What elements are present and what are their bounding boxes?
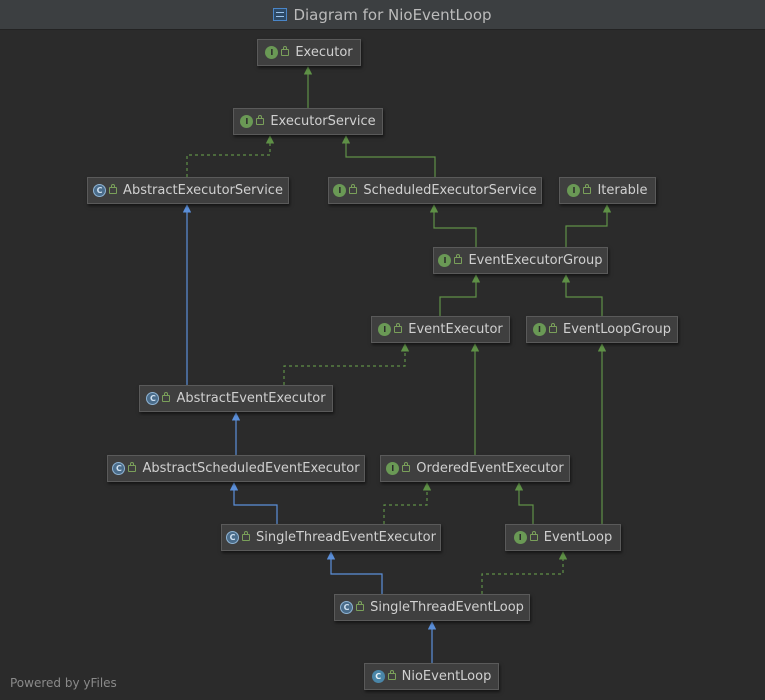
public-icon	[256, 115, 265, 125]
window-title: Diagram for NioEventLoop	[293, 5, 492, 24]
node-nio-event-loop[interactable]: C NioEventLoop	[364, 663, 499, 690]
node-label: AbstractEventExecutor	[176, 391, 326, 406]
node-event-executor[interactable]: I EventExecutor	[371, 316, 510, 343]
node-label: NioEventLoop	[401, 669, 492, 684]
footer-powered-by: Powered by yFiles	[10, 676, 117, 690]
interface-icon: I	[265, 46, 279, 59]
interface-icon: I	[240, 115, 254, 128]
abstract-class-icon: C	[340, 601, 354, 614]
node-abstract-executor-service[interactable]: C AbstractExecutorService	[87, 177, 289, 204]
interface-icon: I	[513, 531, 527, 544]
public-icon	[109, 184, 118, 194]
interface-icon: I	[438, 254, 452, 267]
public-icon	[394, 323, 403, 333]
class-icon: C	[371, 670, 385, 683]
node-abstract-event-executor[interactable]: C AbstractEventExecutor	[139, 385, 333, 412]
node-single-thread-event-executor[interactable]: C SingleThreadEventExecutor	[221, 524, 441, 551]
node-label: Executor	[295, 45, 353, 60]
node-iterable[interactable]: I Iterable	[559, 177, 656, 204]
node-label: AbstractExecutorService	[123, 183, 283, 198]
abstract-class-icon: C	[146, 392, 160, 405]
node-label: AbstractScheduledEventExecutor	[142, 461, 360, 476]
interface-icon: I	[567, 184, 581, 197]
public-icon	[402, 462, 411, 472]
node-label: SingleThreadEventLoop	[370, 600, 524, 615]
abstract-class-icon: C	[226, 531, 240, 544]
node-executor[interactable]: I Executor	[257, 39, 361, 66]
node-executor-service[interactable]: I ExecutorService	[233, 108, 383, 135]
node-event-loop[interactable]: I EventLoop	[505, 524, 621, 551]
node-label: OrderedEventExecutor	[416, 461, 564, 476]
interface-icon: I	[533, 323, 546, 336]
node-label: EventExecutorGroup	[468, 253, 603, 268]
public-icon	[242, 531, 251, 541]
public-icon	[162, 392, 171, 402]
public-icon	[349, 184, 358, 194]
node-label: SingleThreadEventExecutor	[256, 530, 436, 545]
diagram-icon	[273, 8, 288, 21]
abstract-class-icon: C	[93, 184, 107, 197]
public-icon	[529, 531, 538, 541]
node-label: ExecutorService	[270, 114, 376, 129]
node-scheduled-executor-service[interactable]: I ScheduledExecutorService	[328, 177, 542, 204]
public-icon	[356, 601, 365, 611]
interface-icon: I	[378, 323, 392, 336]
node-abstract-scheduled-event-executor[interactable]: C AbstractScheduledEventExecutor	[107, 455, 365, 482]
interface-icon: I	[333, 184, 347, 197]
node-event-executor-group[interactable]: I EventExecutorGroup	[433, 247, 608, 274]
public-icon	[549, 323, 557, 333]
window-title-bar: Diagram for NioEventLoop	[0, 0, 765, 30]
node-ordered-event-executor[interactable]: I OrderedEventExecutor	[380, 455, 570, 482]
public-icon	[387, 670, 396, 680]
node-label: ScheduledExecutorService	[363, 183, 537, 198]
node-label: EventExecutor	[408, 322, 503, 337]
public-icon	[128, 462, 137, 472]
abstract-class-icon: C	[112, 462, 126, 475]
interface-icon: I	[386, 462, 400, 475]
public-icon	[281, 46, 290, 56]
node-label: EventLoop	[543, 530, 613, 545]
node-label: Iterable	[597, 183, 648, 198]
node-label: EventLoopGroup	[563, 322, 671, 337]
node-single-thread-event-loop[interactable]: C SingleThreadEventLoop	[334, 594, 530, 621]
public-icon	[583, 184, 592, 194]
public-icon	[454, 254, 463, 264]
node-event-loop-group[interactable]: I EventLoopGroup	[526, 316, 678, 343]
